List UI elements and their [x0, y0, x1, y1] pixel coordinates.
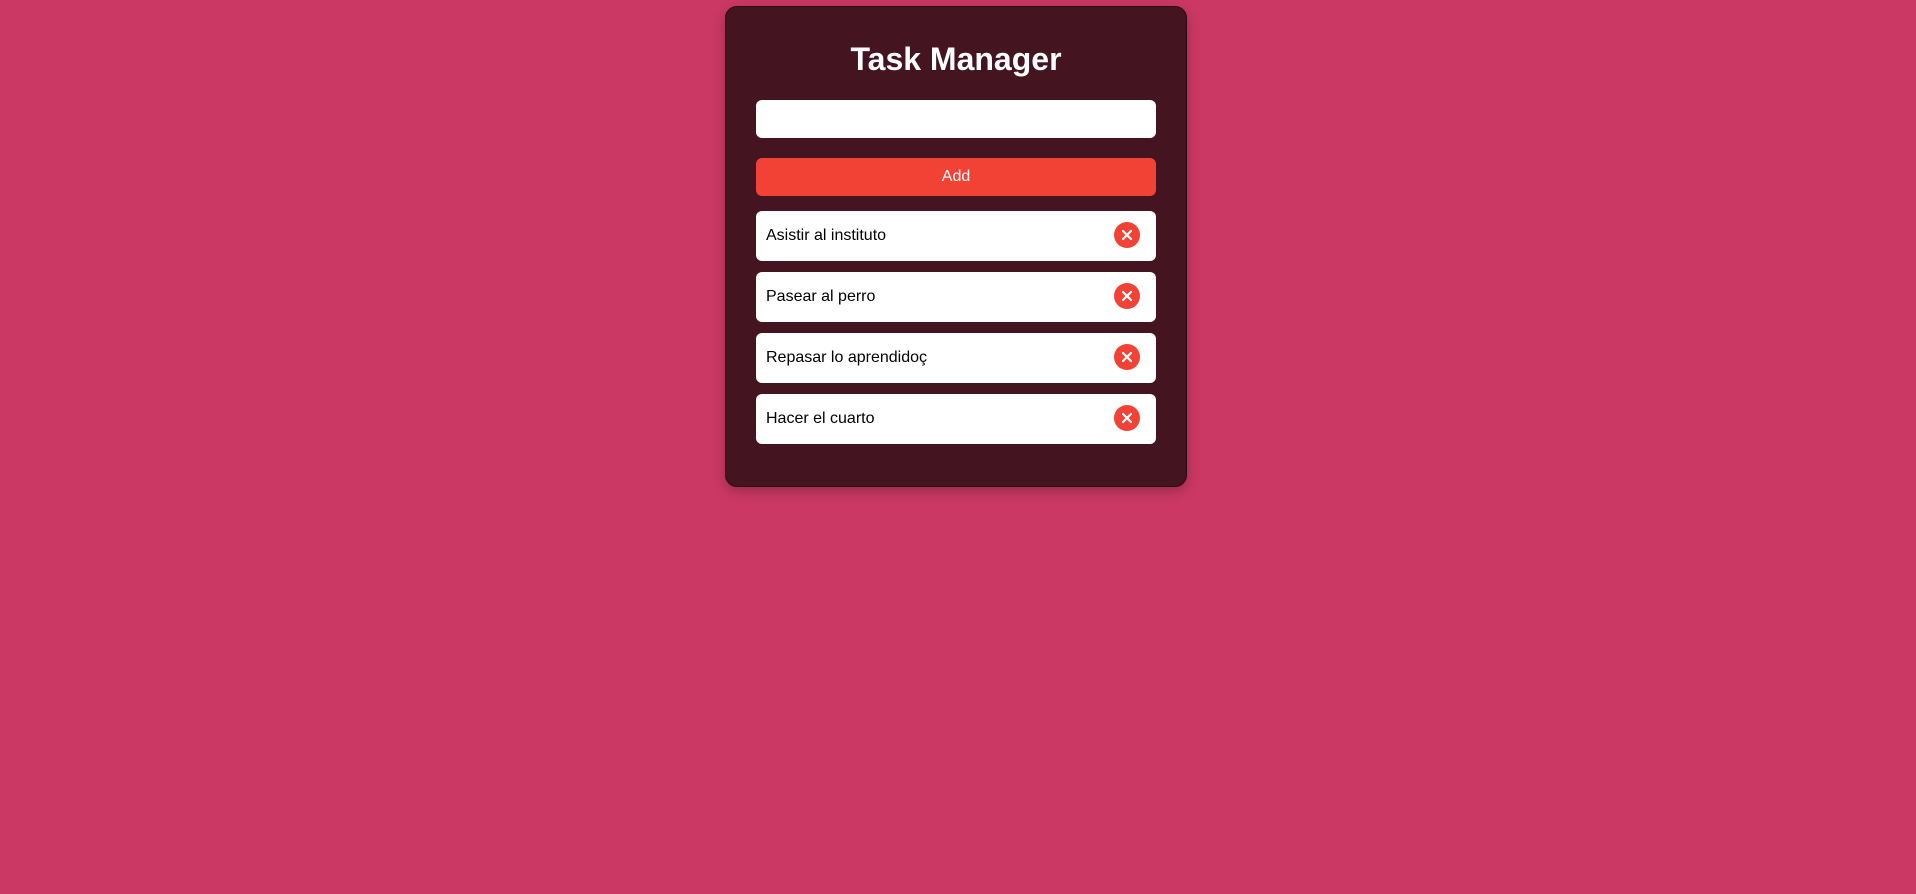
task-text: Asistir al instituto [766, 227, 887, 244]
task-list: Asistir al instituto Pasear al perro Rep… [756, 211, 1156, 444]
task-input[interactable] [756, 100, 1156, 138]
delete-task-button[interactable] [1114, 283, 1140, 309]
delete-task-button[interactable] [1114, 405, 1140, 431]
task-item: Pasear al perro [756, 272, 1156, 322]
task-item: Hacer el cuarto [756, 394, 1156, 444]
close-icon [1121, 229, 1133, 241]
delete-task-button[interactable] [1114, 222, 1140, 248]
task-text: Hacer el cuarto [766, 410, 875, 427]
task-item: Repasar lo aprendidoç [756, 333, 1156, 383]
close-icon [1121, 351, 1133, 363]
close-icon [1121, 412, 1133, 424]
task-item: Asistir al instituto [756, 211, 1156, 261]
page-title: Task Manager [850, 41, 1062, 77]
delete-task-button[interactable] [1114, 344, 1140, 370]
close-icon [1121, 290, 1133, 302]
add-task-button[interactable]: Add [756, 158, 1156, 196]
task-manager-card: Task Manager Add Asistir al instituto Pa… [725, 6, 1187, 487]
task-text: Repasar lo aprendidoç [766, 349, 927, 366]
task-text: Pasear al perro [766, 288, 876, 305]
